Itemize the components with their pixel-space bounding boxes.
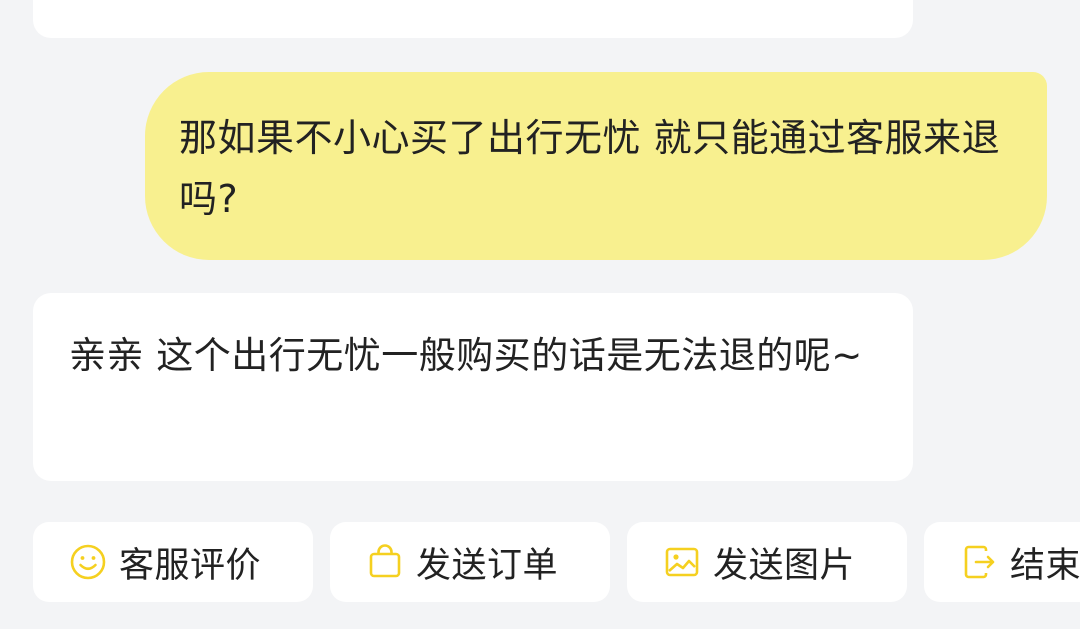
send-image-button[interactable]: 发送图片 <box>627 522 907 602</box>
exit-icon <box>960 543 998 581</box>
user-message-text: 那如果不小心买了出行无忧 就只能通过客服来退吗? <box>179 116 1001 221</box>
end-chat-button[interactable]: 结束 <box>924 522 1080 602</box>
agent-message-text: 亲亲 这个出行无忧一般购买的话是无法退的呢~ <box>69 334 863 377</box>
chat-message-list[interactable]: 那如果不小心买了出行无忧 就只能通过客服来退吗? 亲亲 这个出行无忧一般购买的话… <box>0 0 1080 495</box>
rate-service-label: 客服评价 <box>119 545 262 586</box>
user-message-bubble: 那如果不小心买了出行无忧 就只能通过客服来退吗? <box>145 72 1047 260</box>
previous-message-bubble <box>33 0 913 38</box>
agent-message-bubble: 亲亲 这个出行无忧一般购买的话是无法退的呢~ <box>33 293 913 481</box>
send-order-label: 发送订单 <box>416 545 559 586</box>
send-order-button[interactable]: 发送订单 <box>330 522 610 602</box>
end-chat-label: 结束 <box>1010 545 1080 586</box>
rate-service-button[interactable]: 客服评价 <box>33 522 313 602</box>
shopping-bag-icon <box>366 543 404 581</box>
send-image-label: 发送图片 <box>713 545 856 586</box>
image-icon <box>663 543 701 581</box>
smiley-icon <box>69 543 107 581</box>
quick-action-bar: 客服评价 发送订单 发送图片 结束 <box>0 495 1080 629</box>
